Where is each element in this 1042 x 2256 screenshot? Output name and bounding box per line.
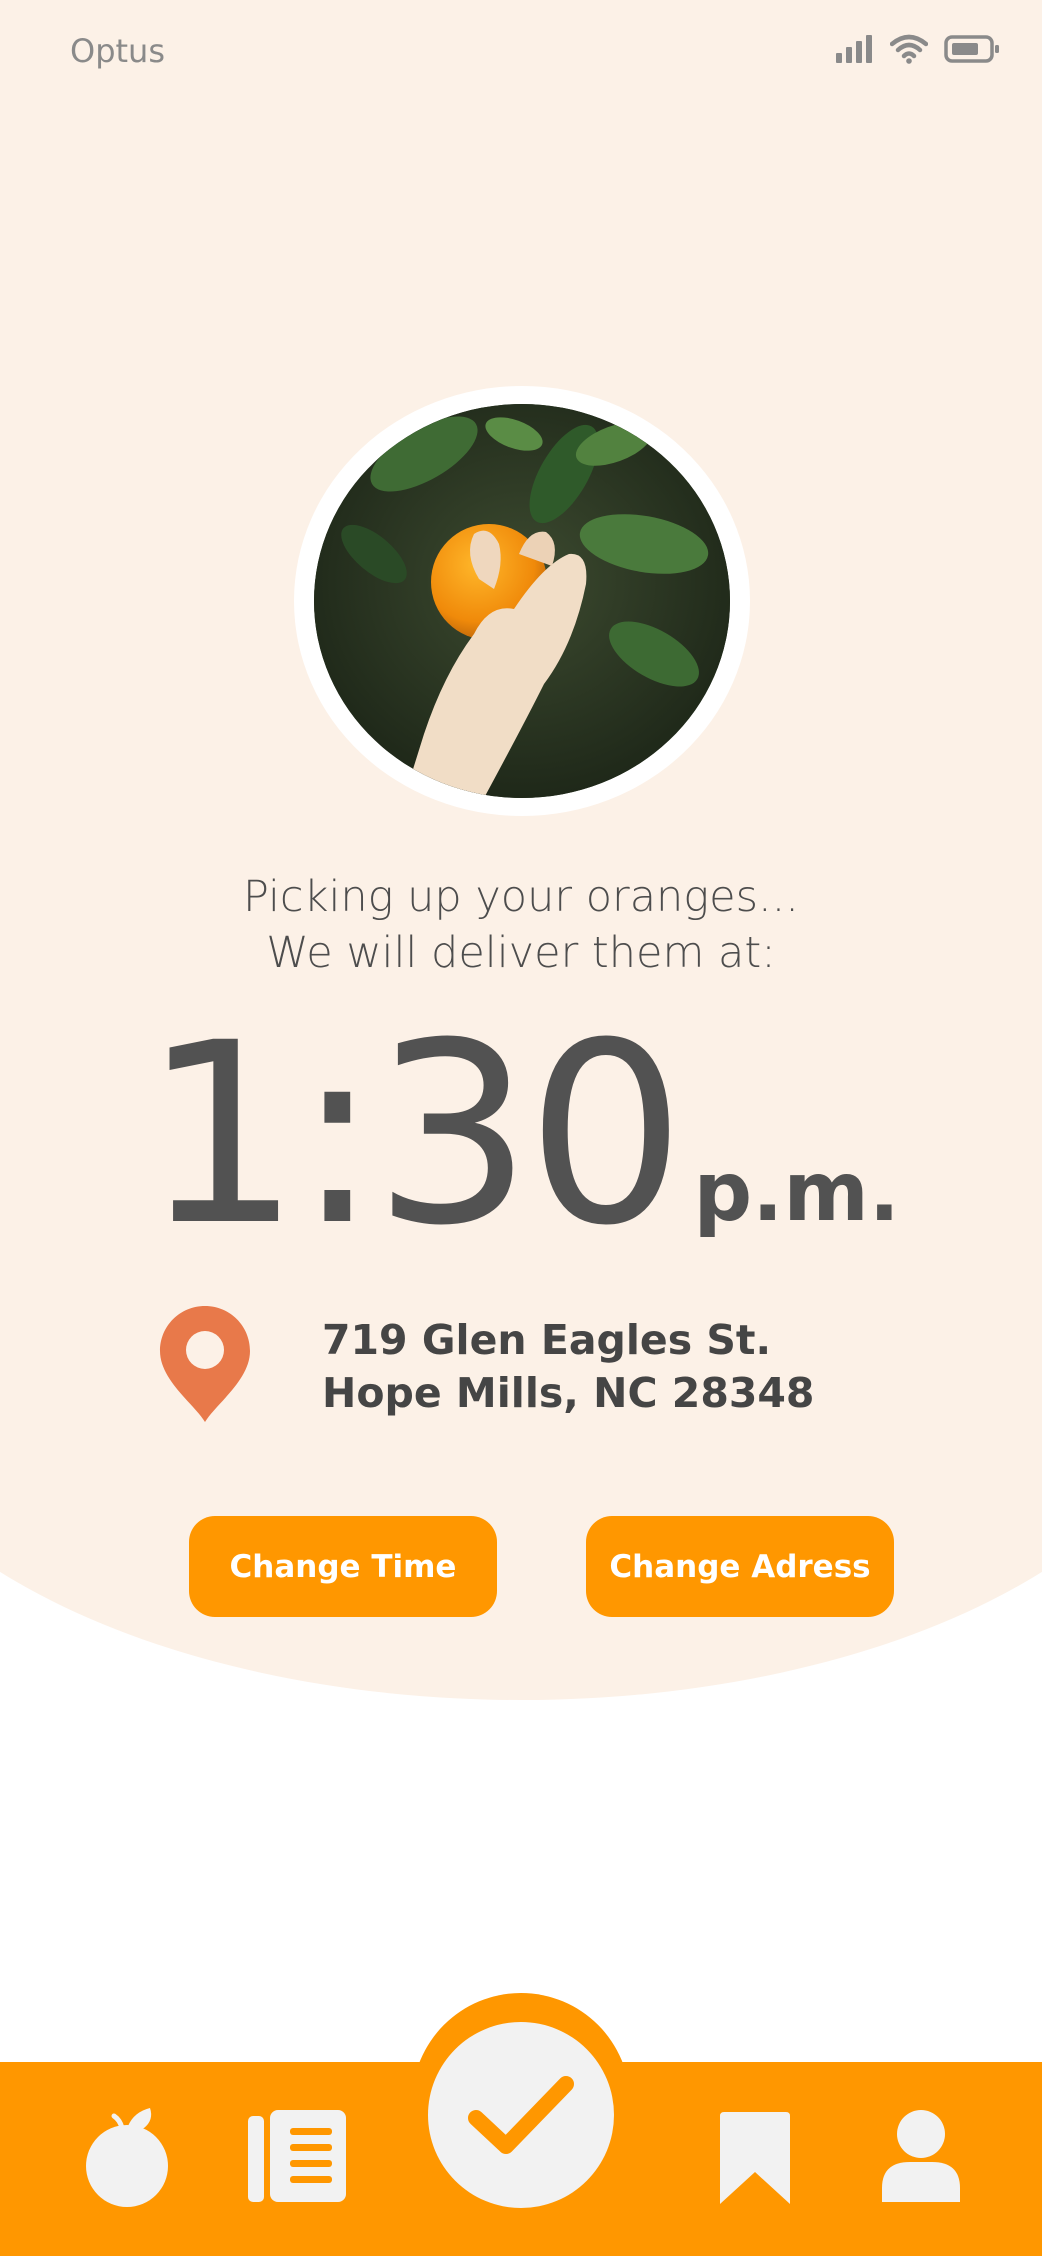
wifi-icon [890, 34, 928, 64]
location-pin-icon [160, 1306, 250, 1422]
list-icon[interactable] [246, 2108, 348, 2204]
delivery-address: 719 Glen Eagles St. Hope Mills, NC 28348 [322, 1314, 814, 1420]
battery-icon [944, 35, 999, 63]
signal-icon [836, 35, 872, 63]
change-time-button[interactable]: Change Time [189, 1516, 497, 1617]
hero-photo-frame [294, 386, 750, 816]
confirm-order-button[interactable] [428, 2022, 614, 2208]
bookmark-icon[interactable] [718, 2110, 792, 2206]
status-icons [834, 34, 1000, 64]
status-message-line1: Picking up your oranges... [243, 872, 799, 922]
user-icon[interactable] [880, 2108, 962, 2204]
orange-icon[interactable] [84, 2108, 174, 2208]
status-bar: Optus [0, 0, 1042, 100]
status-message-line2: We will deliver them at: [266, 928, 776, 978]
hand-picking-orange-photo [314, 404, 730, 798]
address-line1: 719 Glen Eagles St. [322, 1316, 772, 1364]
delivery-time: 1:30 p.m. [0, 1010, 1042, 1260]
change-address-button[interactable]: Change Adress [586, 1516, 894, 1617]
delivery-time-meridiem: p.m. [693, 1145, 900, 1240]
check-icon [468, 2076, 574, 2154]
address-line2: Hope Mills, NC 28348 [322, 1369, 815, 1417]
delivery-time-value: 1:30 [142, 989, 685, 1280]
carrier-label: Optus [70, 32, 165, 70]
background-curve [0, 0, 1042, 1700]
